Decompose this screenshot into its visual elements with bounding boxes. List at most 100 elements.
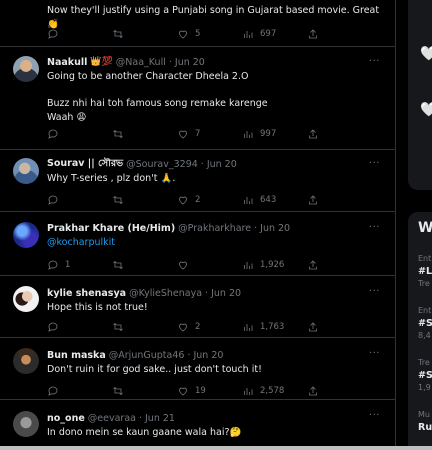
views-button[interactable]: 643 [242, 194, 302, 206]
tweet-date[interactable]: Jun 20 [260, 223, 290, 234]
retweet-button[interactable] [112, 28, 172, 40]
trend-item[interactable]: Ent #S 8,4 [418, 306, 432, 343]
views-chart-icon [244, 262, 253, 269]
author-name[interactable]: Bun maska [47, 350, 106, 361]
views-button[interactable]: 1,763 [242, 321, 302, 333]
name-badges: 👑💯 [90, 57, 113, 67]
tweet[interactable]: ··· no_one @eevaraa · Jun 21 In dono mei… [0, 400, 395, 450]
author-name[interactable]: kylie shenasya [47, 288, 126, 299]
share-button[interactable] [307, 259, 327, 271]
reply-icon [48, 260, 58, 270]
author-handle[interactable]: @eevaraa [88, 413, 136, 424]
tweet-actions: 1 1,926 [47, 258, 327, 272]
like-button[interactable]: 2 [177, 194, 237, 206]
right-sidebar: 🤍 🤍 W Ent #L Tre Ent #S 8,4 Tre #S 1,9 M… [408, 0, 432, 450]
views-count: 643 [260, 195, 277, 205]
retweet-button[interactable] [112, 385, 172, 397]
tweet-date[interactable]: Jun 20 [211, 288, 241, 299]
retweet-button[interactable] [112, 321, 172, 333]
retweet-button[interactable] [112, 194, 172, 206]
trend-item[interactable]: Tre #S 1,9 [418, 358, 432, 395]
reply-button[interactable] [47, 28, 107, 40]
share-button[interactable] [307, 28, 327, 40]
retweet-icon [113, 386, 123, 396]
avatar[interactable] [13, 411, 39, 437]
reply-icon [48, 386, 58, 396]
reply-icon [48, 29, 58, 39]
tweet[interactable]: ··· Prakhar Khare (He/Him) @Prakharkhare… [0, 212, 395, 276]
tweet[interactable]: Now they'll justify using a Punjabi song… [0, 0, 395, 47]
heart-icon: 🤍 [420, 46, 432, 62]
trend-category: Ent [418, 254, 432, 263]
tweet-date[interactable]: Jun 20 [193, 350, 223, 361]
trend-count: 8,4 [418, 331, 431, 340]
share-button[interactable] [307, 194, 327, 206]
tweet-date[interactable]: Jun 21 [145, 413, 175, 424]
views-button[interactable]: 697 [242, 28, 302, 40]
separator-dot: · [138, 412, 142, 424]
reply-button[interactable] [47, 128, 107, 140]
tweet-actions: 5 697 [47, 27, 327, 41]
tweet[interactable]: ··· Bun maska @ArjunGupta46 · Jun 20 Don… [0, 338, 395, 400]
share-button[interactable] [307, 321, 327, 333]
like-button[interactable]: 5 [177, 28, 237, 40]
timeline: Now they'll justify using a Punjabi song… [0, 0, 396, 450]
trend-item[interactable]: Ent #L Tre [418, 254, 432, 291]
trend-category: Ent [418, 306, 432, 315]
retweet-icon [113, 260, 123, 270]
views-count: 697 [260, 29, 277, 39]
views-count: 997 [260, 129, 277, 139]
author-name[interactable]: no_one [47, 413, 85, 424]
tweet-text: Why T-series , plz don't 🙏. [47, 173, 176, 184]
separator-dot: · [205, 287, 209, 299]
author-handle[interactable]: @Prakharkhare [178, 223, 251, 234]
like-button[interactable]: 7 [177, 128, 237, 140]
author-name[interactable]: Prakhar Khare (He/Him) [47, 223, 175, 234]
avatar[interactable] [13, 348, 39, 374]
views-button[interactable]: 2,578 [242, 385, 302, 397]
mention-link[interactable]: @kocharpulkit [47, 237, 115, 248]
like-count: 7 [195, 129, 201, 139]
sidebar-card: 🤍 🤍 [408, 0, 432, 190]
like-count: 2 [195, 322, 201, 332]
avatar[interactable] [13, 158, 39, 184]
tweet-date[interactable]: Jun 20 [175, 57, 205, 68]
reply-button[interactable] [47, 194, 107, 206]
views-chart-icon [244, 324, 253, 331]
retweet-button[interactable] [112, 128, 172, 140]
author-name[interactable]: Sourav || সৌরভ [47, 157, 123, 172]
heart-icon: 🤍 [420, 102, 432, 118]
trend-item[interactable]: Mu Ru [418, 410, 432, 447]
author-handle[interactable]: @Sourav_3294 [126, 159, 198, 170]
views-button[interactable]: 997 [242, 128, 302, 140]
reply-button[interactable] [47, 321, 107, 333]
views-button[interactable]: 1,926 [242, 259, 302, 271]
author-name[interactable]: Naakull [47, 57, 87, 68]
author-handle[interactable]: @Naa_Kull [116, 57, 166, 68]
author-handle[interactable]: @ArjunGupta46 [109, 350, 185, 361]
share-button[interactable] [307, 128, 327, 140]
views-chart-icon [244, 197, 253, 204]
trend-count: 1,9 [418, 383, 431, 392]
tweet[interactable]: ··· kylie shenasya @KylieShenaya · Jun 2… [0, 276, 395, 338]
tweet[interactable]: ··· Naakull 👑💯 @Naa_Kull · Jun 20 Going … [0, 47, 395, 150]
reply-icon [48, 195, 58, 205]
avatar[interactable] [13, 286, 39, 312]
separator-dot: · [254, 222, 258, 234]
like-button[interactable]: 2 [177, 321, 237, 333]
share-icon [309, 322, 317, 332]
retweet-button[interactable] [112, 259, 172, 271]
share-button[interactable] [307, 385, 327, 397]
tweet-date[interactable]: Jun 20 [207, 159, 237, 170]
tweet-actions: 2 1,763 [47, 320, 327, 334]
avatar[interactable] [13, 56, 39, 82]
like-button[interactable]: 19 [177, 385, 237, 397]
like-button[interactable] [177, 259, 237, 271]
tweet-text: Going to be another Character Dheela 2.O… [47, 71, 268, 123]
reply-button[interactable]: 1 [47, 259, 107, 271]
views-chart-icon [244, 31, 253, 38]
reply-button[interactable] [47, 385, 107, 397]
tweet[interactable]: ··· Sourav || সৌরভ @Sourav_3294 · Jun 20… [0, 150, 395, 212]
author-handle[interactable]: @KylieShenaya [129, 288, 202, 299]
avatar[interactable] [13, 222, 39, 248]
